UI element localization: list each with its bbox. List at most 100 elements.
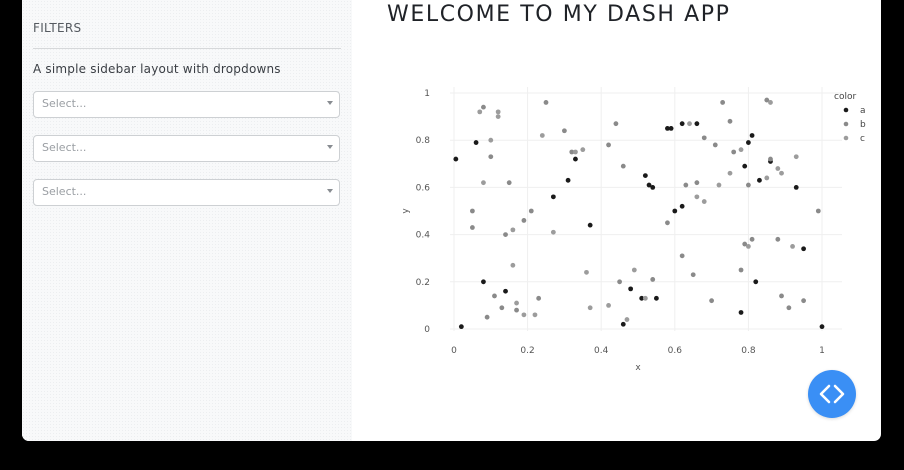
scatter-point-a (819, 324, 825, 330)
scatter-point-c (790, 244, 795, 249)
legend-label-a: a (860, 106, 866, 116)
scatter-point-b (470, 208, 475, 214)
scatter-point-b (701, 135, 707, 141)
y-tick-label: 0.6 (416, 183, 431, 193)
sidebar-lead-text: A simple sidebar layout with dropdowns (33, 62, 281, 76)
sidebar-heading: FILTERS (33, 21, 82, 35)
scatter-point-b (543, 100, 549, 105)
x-tick-label: 0.6 (668, 346, 683, 356)
scatter-point-b (768, 156, 773, 162)
y-tick-label: 1 (424, 89, 430, 99)
scatter-point-c (624, 317, 630, 322)
scatter-point-a (742, 163, 748, 169)
dropdown-2[interactable]: Select... (33, 135, 340, 162)
chevron-down-icon (327, 145, 333, 149)
scatter-point-c (793, 154, 799, 160)
chevron-down-icon (327, 101, 333, 105)
scatter-point-a (738, 310, 744, 315)
chevron-down-icon (327, 189, 333, 193)
scatter-point-b (613, 121, 619, 127)
scatter-point-c (532, 312, 538, 318)
scatter-point-c (495, 109, 501, 115)
x-tick-label: 0.2 (520, 346, 534, 356)
scatter-point-b (815, 208, 821, 214)
scatter-point-a (793, 185, 799, 190)
scatter-point-a (753, 279, 759, 285)
scatter-point-c (521, 312, 527, 318)
scatter-point-b (731, 149, 737, 155)
scatter-point-b (749, 236, 755, 242)
scatter-point-c (687, 121, 692, 127)
page-title: WELCOME TO MY DASH APP (387, 2, 731, 27)
scatter-point-c (727, 170, 733, 176)
scatter-point-b (727, 118, 733, 124)
scatter-point-a (749, 133, 755, 138)
scatter-point-c (539, 133, 545, 138)
dropdown-placeholder: Select... (42, 185, 87, 198)
scatter-point-a (503, 288, 508, 294)
scatter-point-a (481, 279, 486, 285)
legend-marker-c (843, 135, 849, 141)
scatter-point-a (672, 208, 678, 214)
x-axis-label: x (635, 363, 641, 373)
dropdown-placeholder: Select... (42, 97, 87, 110)
scatter-point-c (573, 149, 578, 155)
scatter-point-b (786, 305, 792, 311)
legend-label-c: c (860, 134, 865, 144)
scatter-point-c (510, 262, 516, 268)
scatter-point-c (768, 100, 773, 105)
sidebar: FILTERS A simple sidebar layout with dro… (22, 0, 352, 441)
scatter-point-b (738, 267, 744, 273)
scatter-point-a (679, 121, 685, 127)
scatter-point-c (477, 109, 483, 115)
scatter-plot[interactable]: 0 0.2 0.4 0.6 0.8 1 0 0.2 0.4 0.6 0.8 1 x y colorabc (374, 75, 874, 375)
scatter-point-a (801, 246, 806, 252)
scatter-point-a (565, 177, 571, 183)
legend-label-b: b (860, 120, 866, 130)
scatter-point-b (694, 180, 700, 186)
scatter-point-b (683, 182, 689, 188)
scatter-point-a (757, 177, 762, 183)
scatter-point-b (690, 272, 696, 278)
dropdown-3[interactable]: Select... (33, 179, 340, 206)
scatter-point-c (584, 269, 589, 275)
scatter-point-a (746, 140, 751, 145)
scatter-point-b (720, 100, 726, 105)
y-tick-label: 0.2 (416, 278, 430, 288)
scatter-point-b (488, 154, 494, 160)
scatter-point-b (503, 232, 508, 238)
scatter-point-c (764, 175, 770, 181)
scatter-point-a (694, 121, 700, 127)
scatter-point-c (701, 199, 707, 204)
scatter-point-b (775, 236, 781, 242)
legend-title: color (834, 92, 856, 102)
scatter-point-c (587, 305, 593, 311)
scatter-point-a (620, 321, 626, 327)
x-tick-label: 0 (451, 346, 457, 356)
scatter-point-b (506, 180, 512, 186)
scatter-point-c (631, 267, 637, 273)
x-tick-label: 0.4 (594, 346, 609, 356)
dropdown-placeholder: Select... (42, 141, 87, 154)
y-tick-label: 0.4 (416, 231, 431, 241)
code-icon (819, 384, 845, 404)
code-button[interactable] (808, 370, 856, 418)
scatter-point-b (617, 279, 622, 285)
scatter-point-a (679, 203, 685, 209)
legend-marker-a (843, 107, 849, 113)
scatter-point-b (801, 298, 806, 304)
scatter-point-b (481, 104, 486, 110)
dropdown-1[interactable]: Select... (33, 91, 340, 118)
scatter-point-b (665, 220, 670, 226)
scatter-point-b (514, 307, 519, 313)
scatter-point-b (779, 293, 784, 299)
scatter-point-b (712, 142, 718, 148)
scatter-point-a (587, 222, 593, 228)
scatter-point-c (716, 182, 722, 188)
scatter-point-c (488, 137, 494, 143)
scatter-point-a (642, 173, 648, 178)
scatter-point-a (473, 140, 479, 145)
scatter-point-a (628, 286, 634, 292)
scatter-point-b (470, 225, 475, 230)
y-axis-label: y (401, 208, 411, 214)
